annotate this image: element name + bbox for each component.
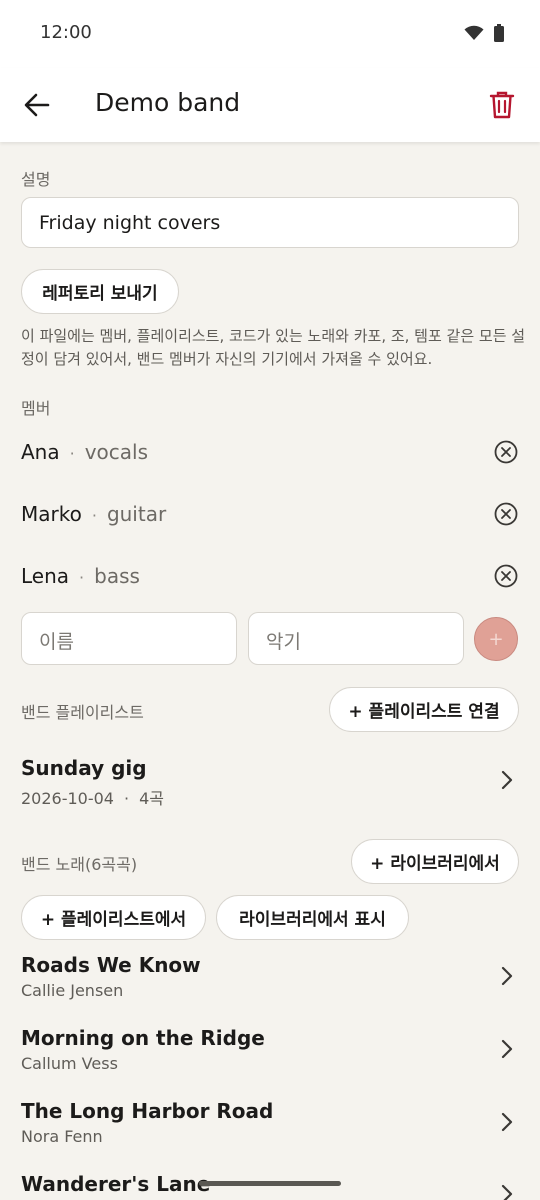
song-title: Roads We Know (21, 953, 201, 977)
playlist-title: Sunday gig (21, 756, 147, 780)
member-name: Marko (21, 502, 82, 526)
member-name: Ana (21, 440, 60, 464)
add-from-library-button[interactable]: + 라이브러리에서 (351, 839, 519, 884)
member-name-placeholder: 이름 (39, 631, 74, 653)
status-time: 12:00 (40, 22, 92, 43)
song-artist: Callie Jensen (21, 981, 124, 1000)
remove-member-icon[interactable] (494, 564, 518, 588)
chevron-right-icon (501, 1039, 513, 1059)
band-playlists-label: 밴드 플레이리스트 (21, 703, 144, 722)
song-title: Morning on the Ridge (21, 1026, 265, 1050)
gesture-handle (199, 1181, 341, 1186)
member-instrument: vocals (84, 440, 149, 464)
member-name-input[interactable]: 이름 (21, 612, 237, 665)
song-artist: Nora Fenn (21, 1127, 103, 1146)
show-in-library-button[interactable]: 라이브러리에서 표시 (216, 895, 409, 940)
app-bar: Demo band (0, 68, 540, 142)
members-label: 멤버 (21, 399, 51, 418)
add-from-playlist-button[interactable]: + 플레이리스트에서 (21, 895, 206, 940)
description-input[interactable]: Friday night covers (21, 197, 519, 248)
band-songs-label: 밴드 노래(6곡곡) (21, 855, 138, 874)
export-repertoire-button[interactable]: 레퍼토리 보내기 (21, 269, 179, 314)
song-title: Wanderer's Lane (21, 1172, 211, 1196)
chevron-right-icon (501, 1112, 513, 1132)
chevron-right-icon (501, 770, 513, 790)
chevron-right-icon (501, 966, 513, 986)
export-description: 이 파일에는 멤버, 플레이리스트, 코드가 있는 노래와 카포, 조, 템포 … (21, 327, 526, 368)
member-instrument: bass (94, 564, 140, 588)
status-icons (464, 24, 504, 42)
song-title: The Long Harbor Road (21, 1099, 274, 1123)
battery-icon (494, 24, 504, 42)
back-arrow-icon[interactable] (22, 90, 52, 120)
remove-member-icon[interactable] (494, 502, 518, 526)
remove-member-icon[interactable] (494, 440, 518, 464)
add-member-button[interactable]: + (474, 617, 518, 661)
member-instrument: guitar (106, 502, 167, 526)
song-artist: Callum Vess (21, 1054, 118, 1073)
status-bar: 12:00 (0, 0, 540, 68)
member-row: Marko · guitar (21, 502, 167, 526)
link-playlist-button[interactable]: + 플레이리스트 연결 (329, 687, 519, 732)
member-name: Lena (21, 564, 70, 588)
trash-icon[interactable] (488, 90, 516, 120)
member-row: Lena · bass (21, 564, 140, 588)
page-title: Demo band (95, 88, 241, 117)
member-instrument-input[interactable]: 악기 (248, 612, 464, 665)
member-instrument-placeholder: 악기 (266, 631, 301, 653)
chevron-right-icon (501, 1184, 513, 1200)
playlist-meta: 2026-10-04 · 4곡 (21, 789, 164, 808)
wifi-icon (464, 25, 484, 40)
member-row: Ana · vocals (21, 440, 149, 464)
description-label: 설명 (21, 170, 51, 189)
description-value: Friday night covers (39, 212, 221, 234)
